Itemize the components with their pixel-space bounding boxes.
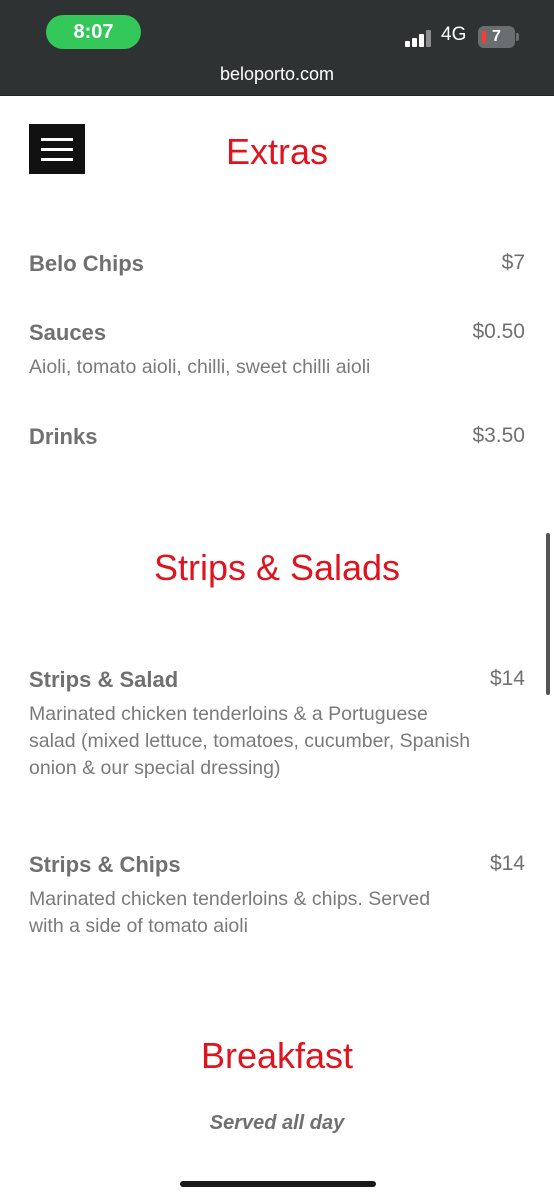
- battery-level: 7: [492, 28, 501, 45]
- menu-item-name: Drinks: [29, 424, 98, 449]
- section-title-strips-salads: Strips & Salads: [153, 547, 401, 588]
- status-time: 8:07: [46, 15, 141, 49]
- menu-item-price: $14: [489, 667, 525, 690]
- home-indicator[interactable]: [180, 1181, 376, 1187]
- cellular-signal-icon: [405, 29, 433, 47]
- page-scrollbar[interactable]: [546, 533, 550, 695]
- battery-icon: 7: [478, 26, 515, 48]
- menu-item-price: $7: [501, 251, 525, 274]
- menu-item-name: Sauces: [29, 320, 107, 345]
- menu-item-description: Marinated chicken tenderloins & a Portug…: [29, 703, 471, 779]
- address-bar[interactable]: beloporto.com: [0, 64, 554, 85]
- menu-item-description: Marinated chicken tenderloins & chips. S…: [29, 888, 431, 937]
- menu-item-price: $14: [489, 852, 525, 875]
- menu-item-name: Strips & Salad: [29, 667, 179, 692]
- menu-item-price: $0.50: [472, 320, 525, 343]
- section-title-breakfast: Breakfast: [200, 1035, 354, 1076]
- browser-top-bar: 8:07 4G 7 beloporto.com: [0, 0, 554, 96]
- battery-cap: [516, 33, 519, 41]
- menu-item-description: Aioli, tomato aioli, chilli, sweet chill…: [29, 356, 371, 378]
- section-subtitle: Served all day: [209, 1112, 345, 1134]
- menu-item-price: $3.50: [472, 424, 525, 447]
- section-title-extras: Extras: [225, 131, 329, 172]
- menu-item-name: Belo Chips: [29, 251, 144, 276]
- menu-item-name: Strips & Chips: [29, 852, 181, 877]
- network-type: 4G: [441, 24, 467, 45]
